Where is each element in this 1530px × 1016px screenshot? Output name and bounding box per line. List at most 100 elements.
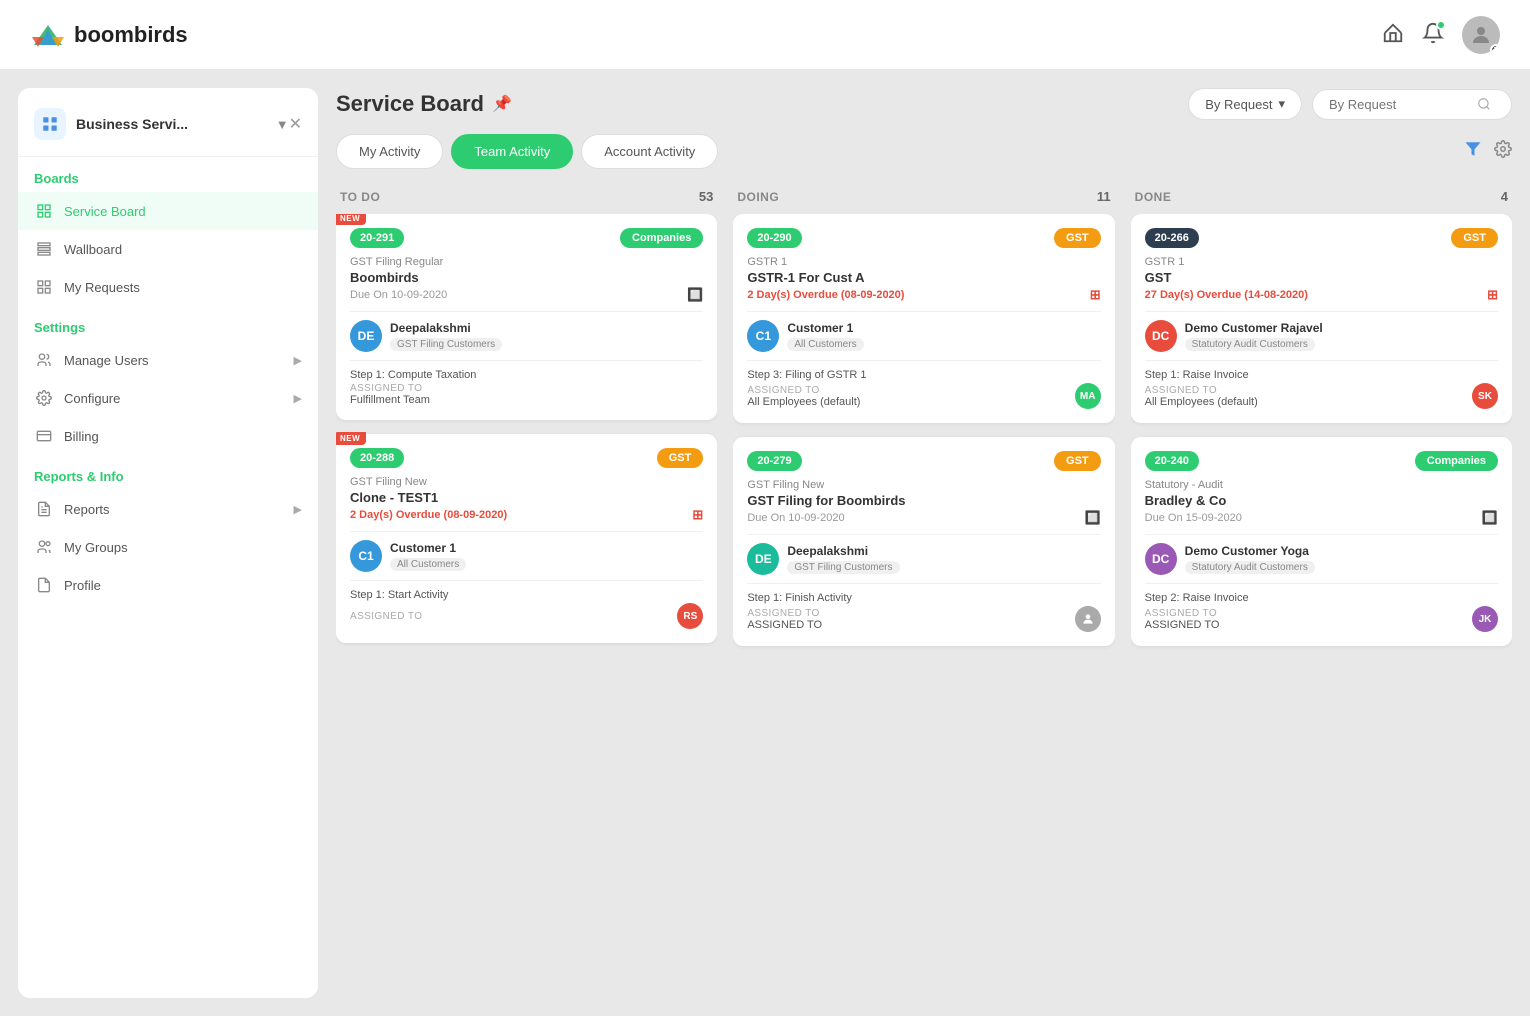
assigned-label: ASSIGNED TO: [747, 385, 860, 396]
board-pin-icon: 📌: [492, 94, 512, 114]
card-card-240[interactable]: 20-240 Companies Statutory - Audit Bradl…: [1131, 437, 1512, 646]
card-customer: DC Demo Customer Yoga Statutory Audit Cu…: [1145, 543, 1498, 575]
tab-my-activity[interactable]: My Activity: [336, 134, 443, 169]
notification-button[interactable]: [1422, 22, 1444, 47]
sidebar-workspace-name: Business Servi...: [76, 116, 276, 132]
card-due: 27 Day(s) Overdue (14-08-2020) ⊞: [1145, 287, 1498, 303]
settings-icon: [1494, 140, 1512, 158]
card-type: GSTR 1: [1145, 256, 1498, 268]
col-count-todo: 53: [699, 189, 713, 204]
card-card-291[interactable]: NEW 20-291 Companies GST Filing Regular …: [336, 214, 717, 420]
user-avatar[interactable]: ▼: [1462, 16, 1500, 54]
card-card-266[interactable]: 20-266 GST GSTR 1 GST 27 Day(s) Overdue …: [1131, 214, 1512, 423]
assigned-value: All Employees (default): [1145, 396, 1258, 408]
kanban-col-done: DONE4 20-266 GST GSTR 1 GST 27 Day(s) Ov…: [1131, 183, 1512, 998]
sidebar-item-my-requests[interactable]: My Requests: [18, 268, 318, 306]
new-badge: NEW: [336, 214, 366, 225]
card-type: GSTR 1: [747, 256, 1100, 268]
kanban-col-doing: DOING11 20-290 GST GSTR 1 GSTR-1 For Cus…: [733, 183, 1114, 998]
card-divider-2: [747, 360, 1100, 361]
assign-avatar: SK: [1472, 383, 1498, 409]
sidebar-workspace-icon: [34, 108, 66, 140]
card-id: 20-279: [747, 451, 801, 471]
assigned-value: ASSIGNED TO: [747, 619, 822, 631]
sidebar-item-my-groups-label: My Groups: [64, 540, 128, 555]
sidebar-item-reports[interactable]: Reports ▶: [18, 490, 318, 528]
customer-avatar: C1: [747, 320, 779, 352]
card-card-290[interactable]: 20-290 GST GSTR 1 GSTR-1 For Cust A 2 Da…: [733, 214, 1114, 423]
customer-info: Customer 1 All Customers: [390, 541, 466, 571]
assigned-label: ASSIGNED TO: [1145, 385, 1258, 396]
card-type: GST Filing Regular: [350, 256, 703, 268]
card-card-279[interactable]: 20-279 GST GST Filing New GST Filing for…: [733, 437, 1114, 646]
sidebar-item-wallboard[interactable]: Wallboard: [18, 230, 318, 268]
avatar-badge: ▼: [1490, 44, 1500, 54]
sidebar-item-profile[interactable]: Profile: [18, 566, 318, 604]
content-area: Service Board 📌 By Request ▾ My Activ: [318, 70, 1530, 1016]
col-title-done: DONE: [1135, 190, 1172, 204]
sidebar-item-billing[interactable]: Billing: [18, 417, 318, 455]
card-card-288[interactable]: NEW 20-288 GST GST Filing New Clone - TE…: [336, 434, 717, 643]
card-divider-2: [1145, 583, 1498, 584]
sidebar-item-manage-users[interactable]: Manage Users ▶: [18, 341, 318, 379]
home-button[interactable]: [1382, 22, 1404, 47]
kanban-board: TO DO53 NEW 20-291 Companies GST Filing …: [336, 183, 1512, 998]
col-header-doing: DOING11: [733, 183, 1114, 214]
assigned-label: ASSIGNED TO: [350, 611, 422, 622]
assign-avatar: RS: [677, 603, 703, 629]
customer-avatar: DC: [1145, 543, 1177, 575]
customer-avatar: DE: [747, 543, 779, 575]
search-box[interactable]: [1312, 89, 1512, 120]
card-id: 20-291: [350, 228, 404, 248]
tab-team-activity-label: Team Activity: [474, 144, 550, 159]
card-name: GST Filing for Boombirds: [747, 493, 1100, 508]
customer-group: GST Filing Customers: [390, 338, 502, 351]
profile-icon: [34, 575, 54, 595]
attach-icon: 🔲: [1482, 510, 1498, 526]
sidebar-section-settings-label: Settings: [18, 306, 318, 341]
kanban-settings-button[interactable]: [1494, 140, 1512, 163]
nav-icons: ▼: [1382, 16, 1500, 54]
search-input[interactable]: [1329, 97, 1469, 112]
board-title: Service Board 📌: [336, 91, 512, 117]
workspace-dropdown-button[interactable]: ▼: [276, 117, 289, 132]
sidebar-close-button[interactable]: ✕: [289, 114, 302, 134]
overdue-icon: ⊞: [692, 507, 703, 523]
tab-account-activity-label: Account Activity: [604, 144, 695, 159]
manage-users-expand-icon: ▶: [294, 354, 302, 367]
sidebar-item-configure[interactable]: Configure ▶: [18, 379, 318, 417]
activity-tabs: My Activity Team Activity Account Activi…: [336, 134, 1512, 169]
card-top: 20-290 GST: [747, 228, 1100, 248]
customer-info: Deepalakshmi GST Filing Customers: [787, 544, 899, 574]
customer-group: Statutory Audit Customers: [1185, 561, 1315, 574]
tab-team-activity[interactable]: Team Activity: [451, 134, 573, 169]
card-assigned-row: ASSIGNED TO All Employees (default) MA: [747, 383, 1100, 409]
customer-name: Deepalakshmi: [390, 321, 502, 335]
card-step: Step 3: Filing of GSTR 1: [747, 369, 1100, 381]
card-divider: [1145, 534, 1498, 535]
attach-icon: 🔲: [1084, 510, 1100, 526]
customer-name: Customer 1: [787, 321, 863, 335]
card-type: GST Filing New: [747, 479, 1100, 491]
workspace-icon: [41, 115, 59, 133]
sidebar-item-my-groups[interactable]: My Groups: [18, 528, 318, 566]
assigned-label: ASSIGNED TO: [1145, 608, 1220, 619]
customer-info: Demo Customer Yoga Statutory Audit Custo…: [1185, 544, 1315, 574]
kanban-filter-button[interactable]: [1464, 140, 1482, 163]
card-due: Due On 10-09-2020 🔲: [747, 510, 1100, 526]
card-divider: [1145, 311, 1498, 312]
my-requests-icon: [34, 277, 54, 297]
sidebar-item-service-board[interactable]: Service Board: [18, 192, 318, 230]
card-assigned-row: ASSIGNED TO ASSIGNED TO: [747, 606, 1100, 632]
manage-users-icon: [34, 350, 54, 370]
cards-list-doing: 20-290 GST GSTR 1 GSTR-1 For Cust A 2 Da…: [733, 214, 1114, 656]
filter-dropdown-button[interactable]: By Request ▾: [1188, 88, 1302, 120]
tab-account-activity[interactable]: Account Activity: [581, 134, 718, 169]
reports-icon: [34, 499, 54, 519]
card-step: Step 1: Raise Invoice: [1145, 369, 1498, 381]
configure-icon: [34, 388, 54, 408]
card-step: Step 1: Compute Taxation: [350, 369, 703, 381]
card-id: 20-290: [747, 228, 801, 248]
card-tag: GST: [1054, 228, 1101, 248]
card-due: 2 Day(s) Overdue (08-09-2020) ⊞: [350, 507, 703, 523]
